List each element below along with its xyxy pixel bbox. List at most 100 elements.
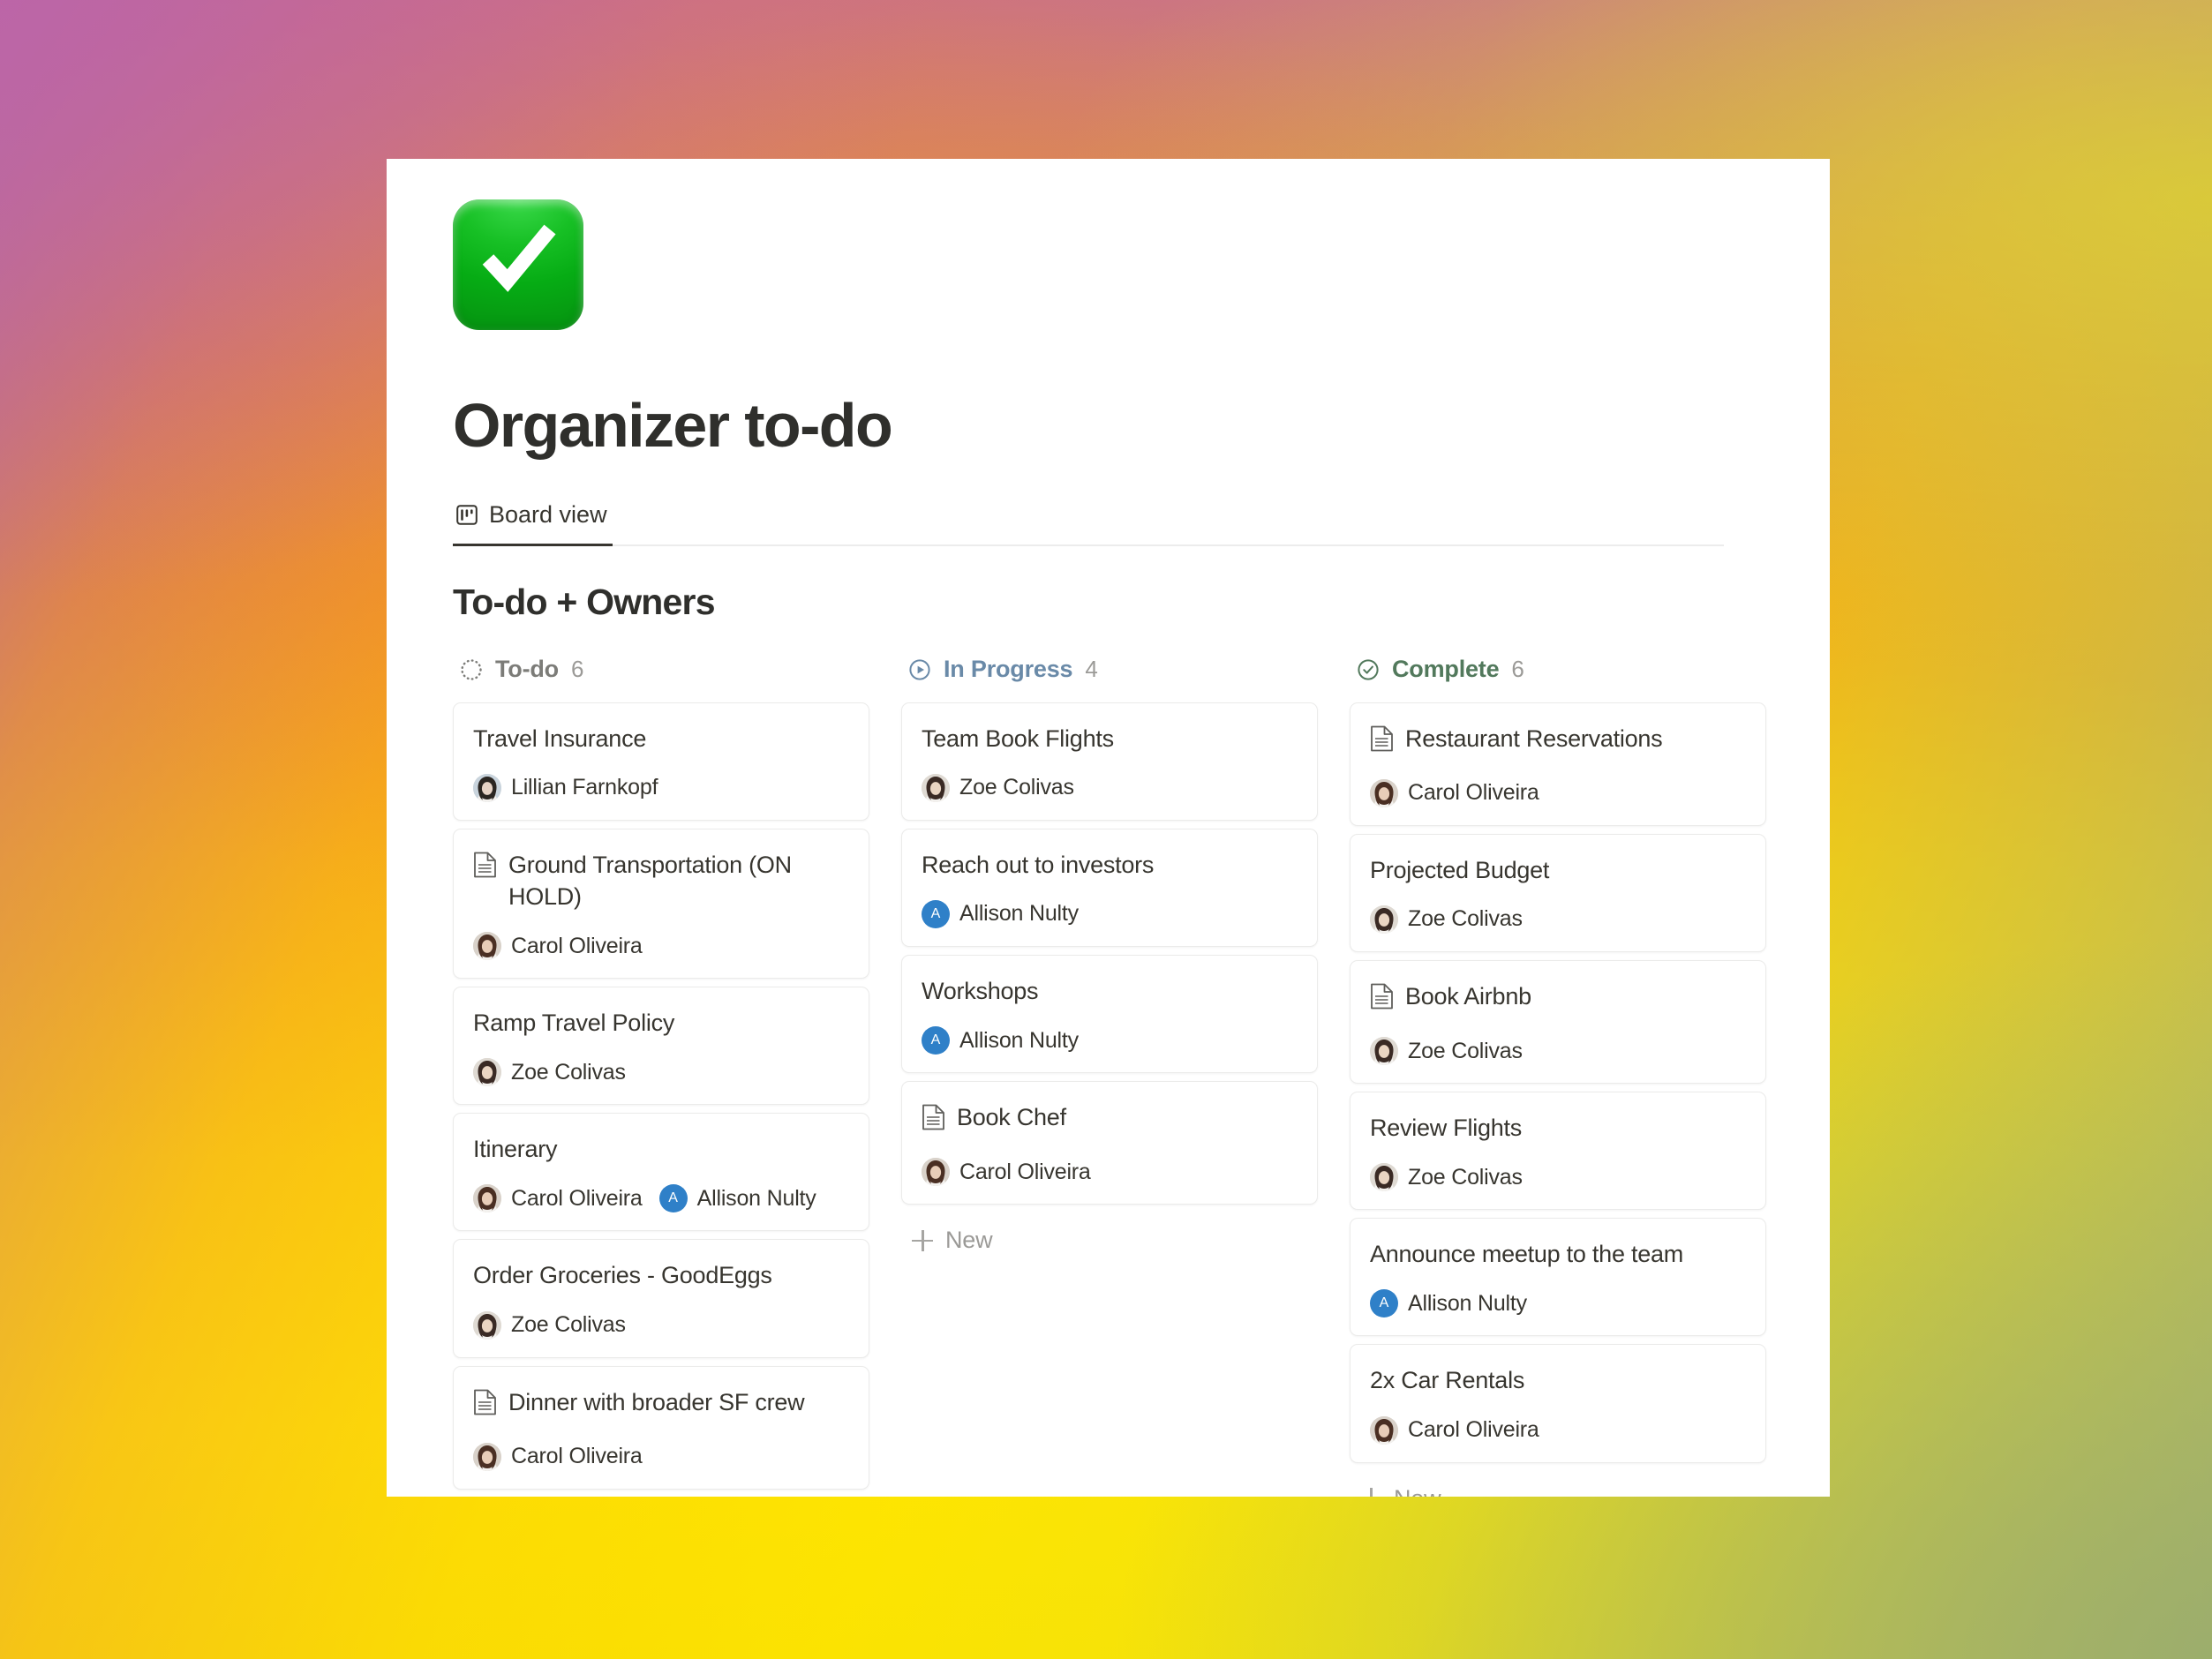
plus-icon [1360,1488,1381,1497]
check-circle-icon [1357,658,1380,681]
avatar [922,773,950,802]
board-card[interactable]: Projected Budget Zoe Colivas [1350,833,1766,952]
card-owner[interactable]: Carol Oliveira [922,1158,1091,1187]
owner-name: Zoe Colivas [511,1059,626,1085]
card-owner[interactable]: Carol Oliveira [473,1442,643,1471]
column-count: 6 [570,656,584,682]
green-check-mark-icon[interactable] [453,199,583,330]
document-panel: Organizer to-do Board view To-do + Owner… [387,159,1830,1497]
avatar [473,1058,501,1087]
new-card-button-in-progress[interactable]: New [901,1212,1318,1268]
column-header-complete[interactable]: Complete 6 [1350,655,1766,685]
avatar [922,1158,950,1187]
card-title: Review Flights [1370,1115,1523,1142]
tab-board-view[interactable]: Board view [453,501,613,546]
owner-name: Carol Oliveira [511,1185,643,1211]
board-card[interactable]: Ground Transportation (ON HOLD) Carol Ol… [453,828,869,980]
card-owner[interactable]: Carol Oliveira [1370,778,1539,807]
card-owner[interactable]: Zoe Colivas [1370,1163,1523,1192]
board-card[interactable]: Book Chef Carol Oliveira [901,1081,1318,1205]
document-icon [473,1389,497,1423]
avatar [1370,1037,1398,1066]
card-owner[interactable]: Lillian Farnkopf [473,773,658,802]
card-title: Workshops [922,977,1039,1004]
new-card-label: New [1394,1485,1441,1497]
card-owner[interactable]: Zoe Colivas [473,1058,626,1087]
card-owner[interactable]: Zoe Colivas [922,773,1074,802]
owner-name: Allison Nulty [959,901,1079,927]
card-owners: Zoe Colivas [1370,1163,1746,1192]
board-card[interactable]: Workshops A Allison Nulty [901,954,1318,1074]
board-card[interactable]: Itinerary Carol Oliveira A Allison Nulty [453,1113,869,1232]
card-owners: Lillian Farnkopf [473,773,849,802]
kanban-board: To-do 6 Travel Insurance Lillian Farnkop… [453,655,1777,1498]
card-owner[interactable]: Zoe Colivas [1370,905,1523,934]
board-card[interactable]: Book Airbnb Zoe Colivas [1350,959,1766,1085]
column-header-todo[interactable]: To-do 6 [453,655,869,685]
card-title-row: Review Flights [1370,1112,1746,1144]
board-card[interactable]: Team Book Flights Zoe Colivas [901,702,1318,821]
card-owner[interactable]: Carol Oliveira [473,1184,643,1213]
avatar [473,1310,501,1340]
avatar [473,1184,501,1213]
column-header-in-progress[interactable]: In Progress 4 [901,655,1318,685]
card-title: Ramp Travel Policy [473,1010,675,1037]
card-title: Order Groceries - GoodEggs [473,1262,772,1289]
card-title: Itinerary [473,1136,558,1163]
page-title: Organizer to-do [453,391,893,460]
card-owners: Carol Oliveira [473,1442,849,1471]
board-column-complete: Complete 6 Restaurant Reservations Carol… [1350,655,1766,1497]
card-owner[interactable]: Carol Oliveira [473,932,643,961]
card-title-row: Book Chef [922,1101,1298,1138]
card-owner[interactable]: A Allison Nulty [658,1184,816,1213]
board-view-icon [456,504,478,526]
owner-name: Allison Nulty [1408,1290,1527,1316]
card-owners: Carol Oliveira [922,1158,1298,1187]
avatar [1370,905,1398,934]
card-owners: Zoe Colivas [473,1058,849,1087]
owner-name: Zoe Colivas [1408,1164,1523,1190]
card-owners: Zoe Colivas [922,773,1298,802]
column-name: Complete [1392,656,1500,682]
board-card[interactable]: Reach out to investors A Allison Nulty [901,828,1318,947]
card-title-row: Ramp Travel Policy [473,1007,849,1039]
card-owners: Carol Oliveira A Allison Nulty [473,1184,849,1213]
new-card-button-complete[interactable]: New [1350,1471,1766,1497]
card-owners: A Allison Nulty [922,899,1298,928]
owner-name: Zoe Colivas [1408,1038,1523,1063]
card-title: Restaurant Reservations [1405,724,1663,752]
card-owner[interactable]: A Allison Nulty [1370,1289,1527,1318]
card-owner[interactable]: Zoe Colivas [1370,1037,1523,1066]
card-title-row: Workshops [922,975,1298,1007]
card-title-row: Itinerary [473,1133,849,1165]
board-card[interactable]: Review Flights Zoe Colivas [1350,1092,1766,1211]
card-title: Travel Insurance [473,724,647,752]
card-title: Team Book Flights [922,724,1114,752]
owner-name: Allison Nulty [959,1027,1079,1053]
avatar [1370,778,1398,807]
card-title: Projected Budget [1370,856,1550,883]
dotted-circle-icon [460,658,483,681]
board-card[interactable]: Restaurant Reservations Carol Oliveira [1350,702,1766,826]
board-card[interactable]: Announce meetup to the team A Allison Nu… [1350,1218,1766,1337]
avatar-initial: A [1370,1289,1398,1318]
board-card[interactable]: 2x Car Rentals Carol Oliveira [1350,1344,1766,1463]
owner-name: Zoe Colivas [511,1312,626,1338]
board-card[interactable]: Order Groceries - GoodEggs Zoe Colivas [453,1239,869,1358]
board-column-todo: To-do 6 Travel Insurance Lillian Farnkop… [453,655,869,1498]
card-owner[interactable]: A Allison Nulty [922,1026,1079,1055]
board-card[interactable]: Travel Insurance Lillian Farnkopf [453,702,869,821]
card-owner[interactable]: Carol Oliveira [1370,1415,1539,1445]
owner-name: Zoe Colivas [959,775,1074,800]
avatar [1370,1163,1398,1192]
board-card[interactable]: Ramp Travel Policy Zoe Colivas [453,987,869,1106]
owner-name: Carol Oliveira [1408,780,1539,806]
card-owner[interactable]: A Allison Nulty [922,899,1079,928]
card-owners: Zoe Colivas [473,1310,849,1340]
card-owner[interactable]: Zoe Colivas [473,1310,626,1340]
owner-name: Carol Oliveira [959,1159,1091,1184]
card-title: Book Chef [957,1104,1066,1131]
plus-icon [912,1229,933,1251]
board-card[interactable]: Dinner with broader SF crew Carol Olivei… [453,1365,869,1490]
avatar-initial: A [658,1184,688,1213]
